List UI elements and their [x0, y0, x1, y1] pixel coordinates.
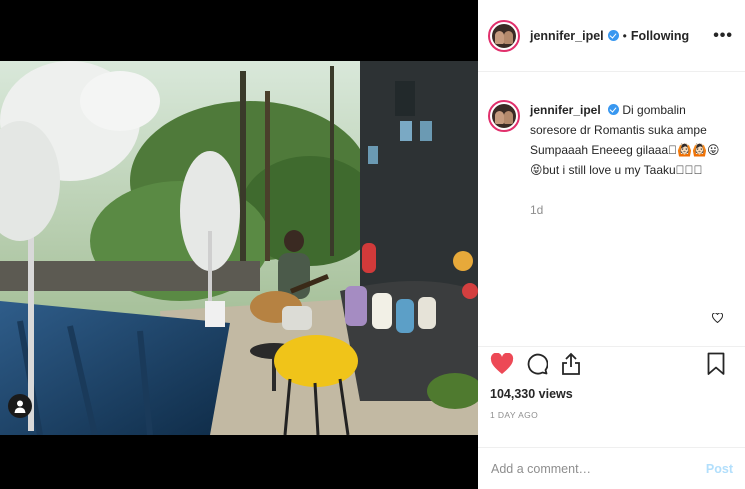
- caption-section: jennifer_ipel Di gombalin soresore dr Ro…: [478, 72, 745, 346]
- view-count[interactable]: 104,330 views: [490, 387, 733, 401]
- comment-form: Post: [478, 447, 745, 489]
- share-icon[interactable]: [560, 352, 582, 376]
- comment-input[interactable]: [491, 461, 706, 476]
- action-bar: 104,330 views 1 DAY AGO: [478, 346, 745, 420]
- verified-icon: [608, 104, 620, 115]
- caption-body: jennifer_ipel Di gombalin soresore dr Ro…: [530, 100, 726, 346]
- comment-icon[interactable]: [526, 353, 548, 375]
- small-heart-icon[interactable]: [711, 310, 724, 328]
- avatar[interactable]: [488, 19, 520, 52]
- avatar[interactable]: [488, 100, 520, 132]
- save-icon[interactable]: [707, 352, 725, 376]
- separator-dot: •: [622, 28, 627, 43]
- post-comment-button[interactable]: Post: [706, 462, 733, 476]
- video-still: [0, 61, 478, 435]
- caption-age: 1d: [530, 203, 544, 217]
- verified-icon: [607, 30, 619, 41]
- video-frame[interactable]: [0, 61, 478, 435]
- username-link[interactable]: jennifer_ipel: [530, 29, 604, 43]
- like-icon[interactable]: [490, 353, 514, 375]
- caption-username[interactable]: jennifer_ipel: [530, 103, 601, 117]
- post-timestamp[interactable]: 1 DAY AGO: [490, 410, 733, 420]
- user-tag-icon[interactable]: [8, 394, 32, 418]
- more-options-icon[interactable]: •••: [713, 27, 733, 45]
- post-header: jennifer_ipel • Following •••: [478, 0, 745, 72]
- post-side-panel: jennifer_ipel • Following ••• jennifer_i…: [478, 0, 745, 489]
- post-media[interactable]: [0, 0, 478, 489]
- following-button[interactable]: Following: [631, 29, 689, 43]
